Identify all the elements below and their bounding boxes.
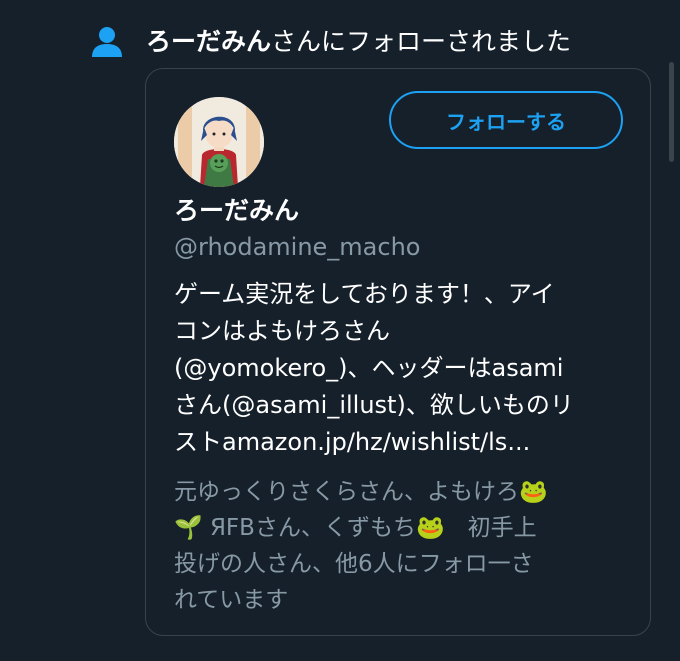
avatar-illustration	[174, 97, 264, 187]
notification-action-text: さんにフォローされました	[271, 27, 572, 56]
notification-text: ろーだみんさんにフォローされました	[146, 25, 571, 59]
followed-by-text[interactable]: 元ゆっくりさくらさん、よもけろ🐸 🌱 ЯFBさん、くずもち🐸 初手上 投げの人さ…	[174, 474, 636, 618]
follow-button[interactable]: フォローする	[389, 91, 623, 149]
profile-handle[interactable]: @rhodamine_macho	[174, 229, 420, 265]
profile-display-name[interactable]: ろーだみん	[174, 193, 299, 229]
follow-notification[interactable]: ろーだみんさんにフォローされました	[90, 22, 660, 62]
avatar[interactable]	[174, 97, 264, 187]
follower-name[interactable]: ろーだみん	[146, 27, 271, 56]
notification-screen: ろーだみんさんにフォローされました フォローする ろーだみん @rhodamin…	[0, 0, 680, 661]
profile-bio: ゲーム実況をしております！、アイ コンはよもけろさん (@yomokero_)、…	[174, 280, 574, 456]
person-icon	[92, 27, 122, 57]
profile-card[interactable]: フォローする ろーだみん @rhodamine_macho ゲーム実況をしており…	[145, 68, 651, 636]
scrollbar[interactable]	[669, 62, 674, 162]
